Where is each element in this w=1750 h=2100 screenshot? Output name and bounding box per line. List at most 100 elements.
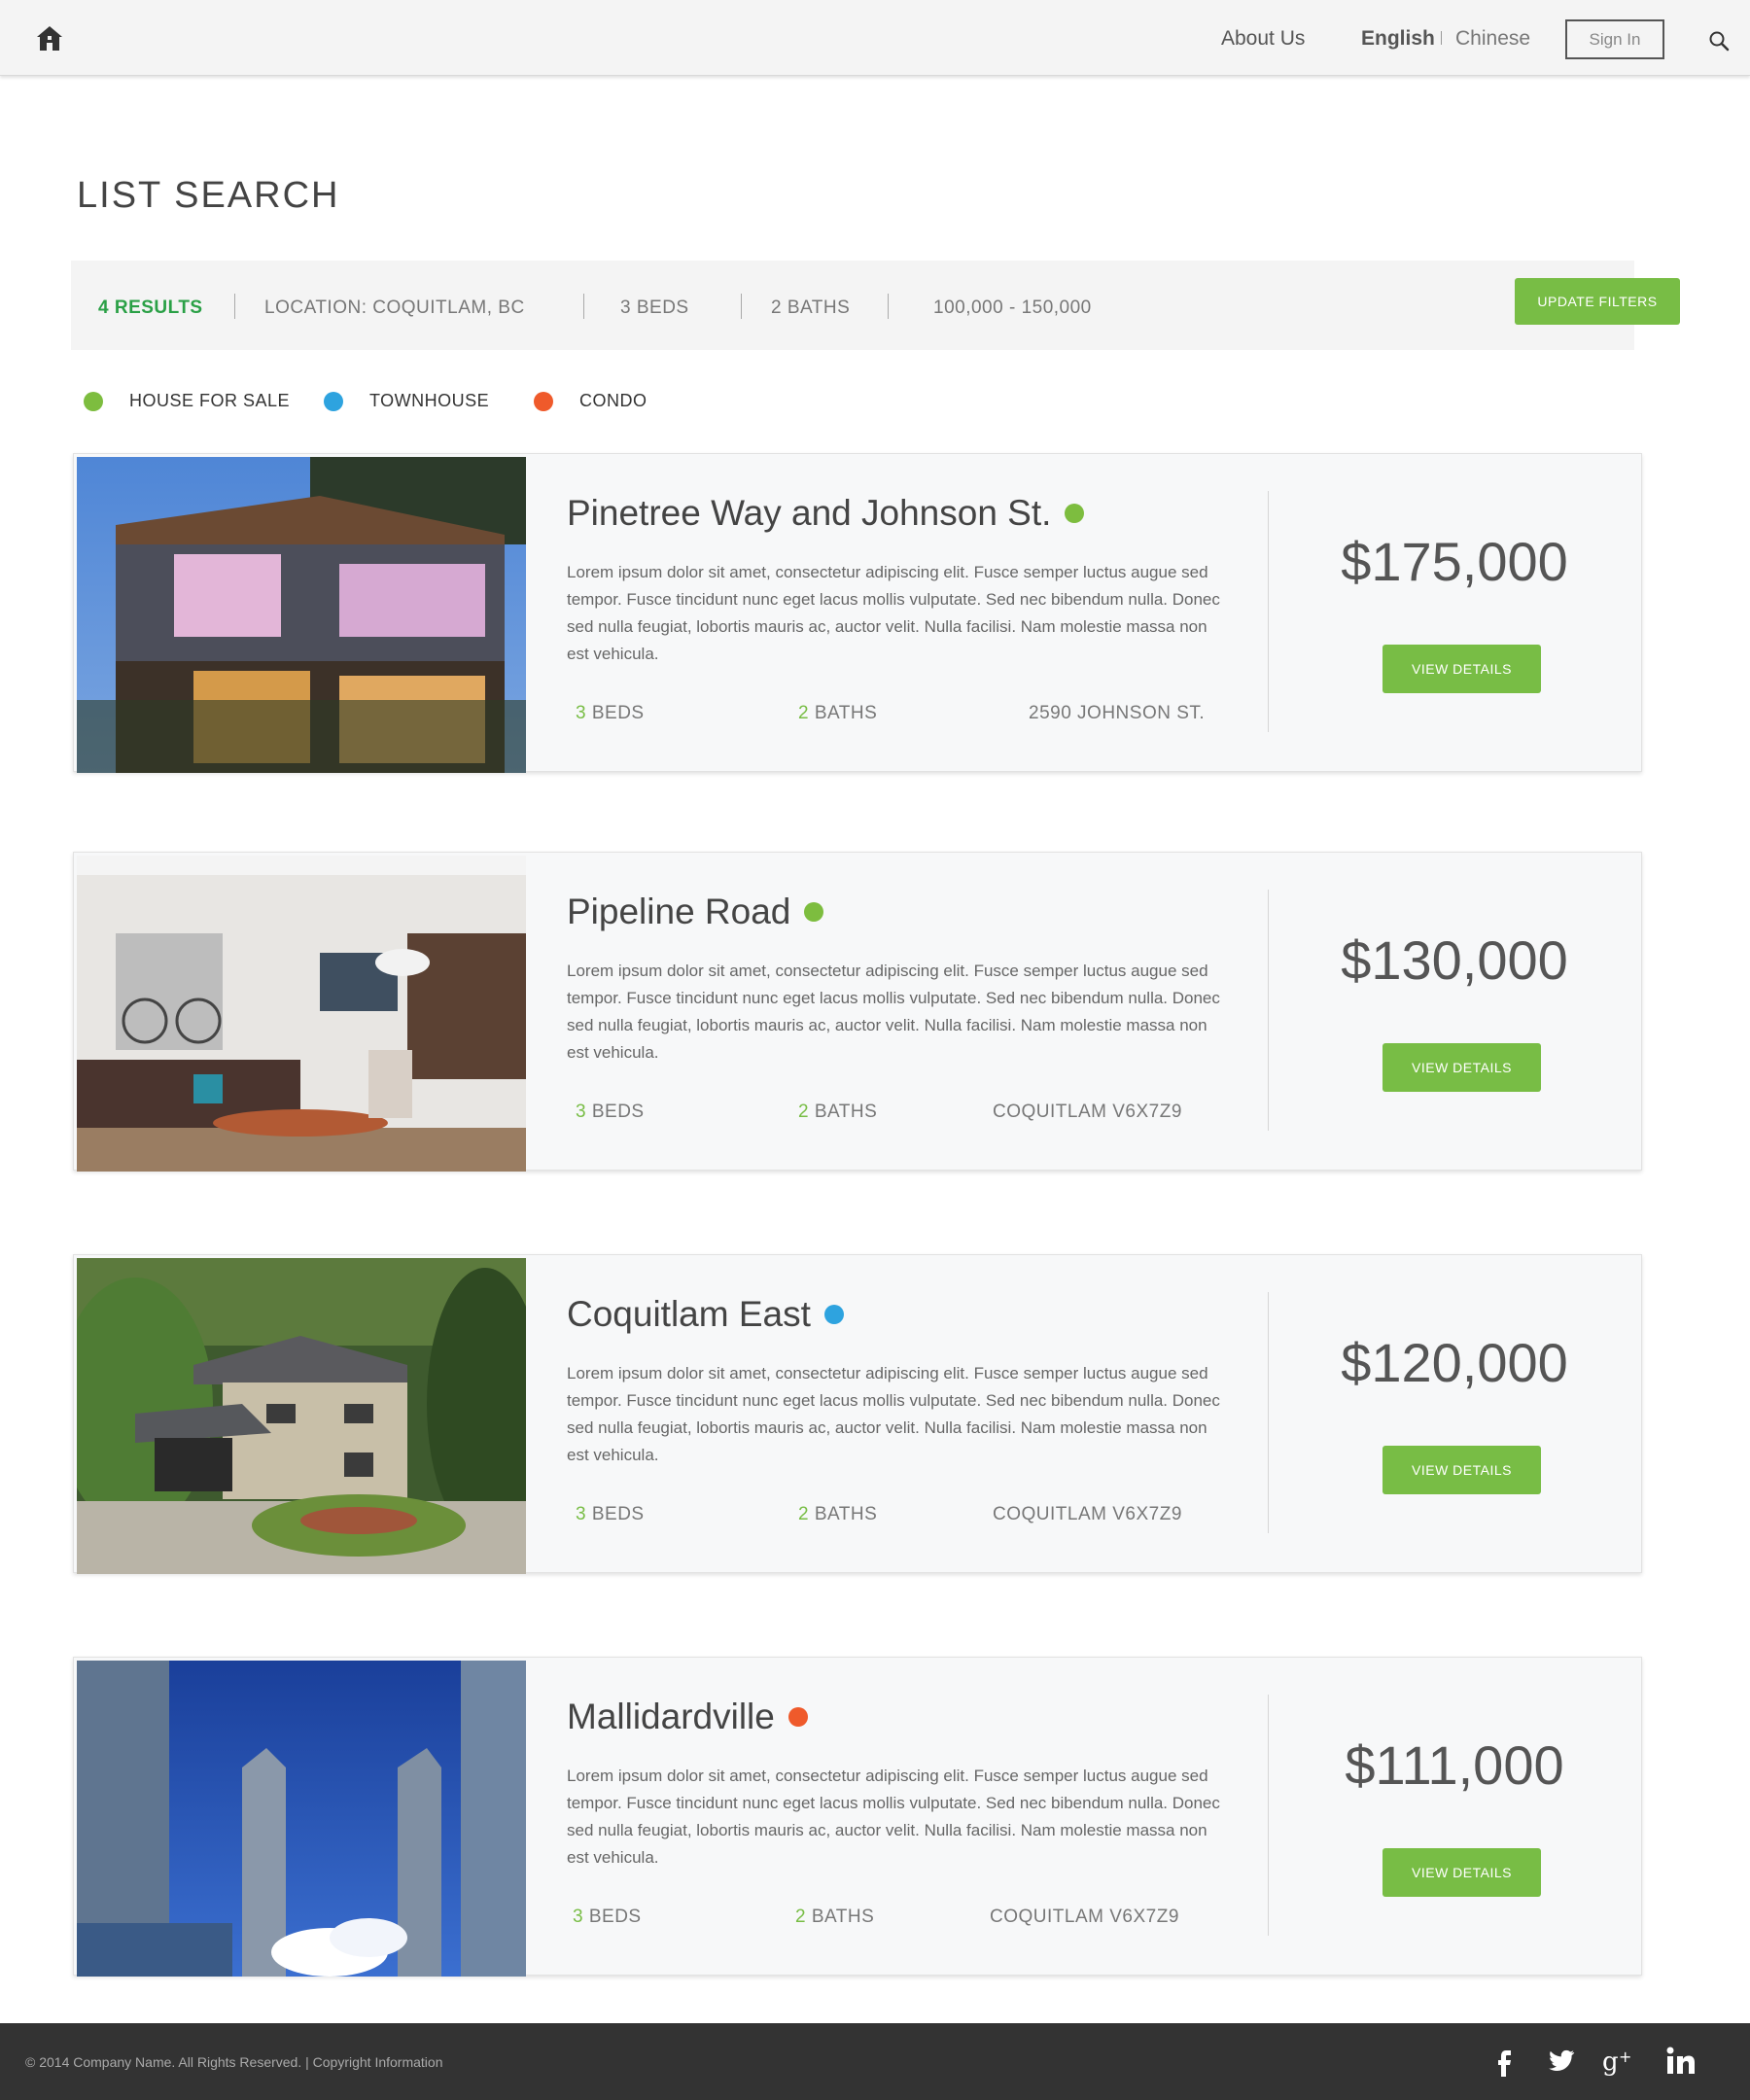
results-count: 4 RESULTS — [98, 298, 203, 318]
property-type-dot — [788, 1707, 808, 1727]
listing-title-text: Coquitlam East — [567, 1294, 811, 1334]
svg-text:+: + — [1619, 2048, 1631, 2066]
listing-price: $130,000 — [1341, 929, 1568, 991]
listing-description: Lorem ipsum dolor sit amet, consectetur … — [567, 563, 1220, 663]
filter-beds[interactable]: 3 BEDS — [620, 298, 689, 319]
listing-price: $111,000 — [1345, 1734, 1564, 1796]
legend-label: HOUSE FOR SALE — [129, 391, 291, 410]
beds-label: BEDS — [586, 1102, 645, 1122]
beds-count: 3 — [576, 1504, 587, 1524]
listing-card: Pipeline Road Lorem ipsum dolor sit amet… — [73, 852, 1642, 1172]
legend-townhouse: TOWNHOUSE — [324, 391, 489, 411]
beds-label: BEDS — [586, 1504, 645, 1524]
beds-label: BEDS — [583, 1907, 642, 1927]
footer-copyright: © 2014 Company Name. All Rights Reserved… — [25, 2054, 443, 2070]
listing-address: 2590 JOHNSON ST. — [1029, 703, 1206, 723]
legend-label: CONDO — [579, 391, 648, 410]
baths-label: BATHS — [809, 1504, 878, 1524]
filter-divider — [741, 294, 742, 319]
listing-beds: 3 BEDS — [576, 703, 645, 724]
listing-price: $120,000 — [1341, 1332, 1568, 1393]
listing-address: COQUITLAM V6X7Z9 — [993, 1504, 1182, 1524]
page-title: LIST SEARCH — [77, 175, 340, 216]
google-plus-icon[interactable]: g + — [1602, 2045, 1635, 2078]
top-nav: About Us English Chinese Sign In — [0, 0, 1750, 76]
view-details-button[interactable]: VIEW DETAILS — [1382, 645, 1541, 693]
listing-photo[interactable] — [77, 457, 526, 773]
baths-label: BATHS — [809, 703, 878, 723]
sign-in-button[interactable]: Sign In — [1565, 19, 1664, 59]
listing-price: $175,000 — [1341, 531, 1568, 592]
listing-photo[interactable] — [77, 1258, 526, 1574]
listing-title[interactable]: Coquitlam East — [567, 1294, 844, 1335]
filter-divider — [234, 294, 235, 319]
listing-photo[interactable] — [77, 1661, 526, 1977]
language-separator — [1441, 31, 1442, 45]
update-filters-button[interactable]: UPDATE FILTERS — [1515, 278, 1680, 325]
listing-card: Pinetree Way and Johnson St. Lorem ipsum… — [73, 453, 1642, 773]
baths-count: 2 — [798, 1102, 810, 1122]
listing-title[interactable]: Mallidardville — [567, 1697, 808, 1737]
facebook-icon[interactable] — [1488, 2045, 1521, 2078]
listing-address: COQUITLAM V6X7Z9 — [993, 1102, 1182, 1122]
listing-title-text: Pipeline Road — [567, 892, 791, 931]
listing-photo[interactable] — [77, 856, 526, 1172]
nav-about-link[interactable]: About Us — [1221, 27, 1305, 51]
baths-label: BATHS — [809, 1102, 878, 1122]
listing-beds: 3 BEDS — [576, 1504, 645, 1525]
filter-divider — [888, 294, 889, 319]
listing-baths: 2 BATHS — [798, 1102, 877, 1123]
card-divider — [1268, 1292, 1269, 1533]
listing-card: Mallidardville Lorem ipsum dolor sit ame… — [73, 1657, 1642, 1977]
legend-house-for-sale: HOUSE FOR SALE — [84, 391, 290, 411]
card-divider — [1268, 890, 1269, 1131]
baths-count: 2 — [798, 703, 810, 723]
legend-dot — [84, 391, 103, 411]
twitter-icon[interactable] — [1544, 2045, 1577, 2078]
baths-count: 2 — [798, 1504, 810, 1524]
listing-description: Lorem ipsum dolor sit amet, consectetur … — [567, 1767, 1220, 1867]
legend-dot — [534, 391, 553, 411]
listing-title-text: Mallidardville — [567, 1697, 775, 1736]
listing-address: COQUITLAM V6X7Z9 — [990, 1907, 1179, 1927]
property-type-dot — [1065, 504, 1085, 523]
listing-baths: 2 BATHS — [798, 1504, 877, 1525]
beds-count: 3 — [573, 1907, 584, 1927]
filter-baths[interactable]: 2 BATHS — [771, 298, 850, 319]
listing-description: Lorem ipsum dolor sit amet, consectetur … — [567, 1364, 1220, 1464]
property-type-dot — [823, 1305, 844, 1324]
listing-card: Coquitlam East Lorem ipsum dolor sit ame… — [73, 1254, 1642, 1574]
filter-bar: 4 RESULTS LOCATION: COQUITLAM, BC 3 BEDS… — [71, 261, 1680, 350]
listing-description: Lorem ipsum dolor sit amet, consectetur … — [567, 962, 1220, 1062]
search-icon[interactable] — [1707, 29, 1731, 52]
view-details-button[interactable]: VIEW DETAILS — [1382, 1043, 1541, 1092]
listing-beds: 3 BEDS — [576, 1102, 645, 1123]
linkedin-icon[interactable] — [1665, 2045, 1698, 2078]
language-english[interactable]: English — [1361, 27, 1435, 51]
listing-title[interactable]: Pipeline Road — [567, 892, 824, 932]
view-details-button[interactable]: VIEW DETAILS — [1382, 1848, 1541, 1897]
beds-count: 3 — [576, 1102, 587, 1122]
listing-baths: 2 BATHS — [795, 1907, 874, 1928]
property-type-dot — [804, 902, 824, 922]
legend-label: TOWNHOUSE — [369, 391, 490, 410]
beds-count: 3 — [576, 703, 587, 723]
baths-label: BATHS — [806, 1907, 875, 1927]
listing-baths: 2 BATHS — [798, 703, 877, 724]
legend-dot — [324, 391, 343, 411]
view-details-button[interactable]: VIEW DETAILS — [1382, 1446, 1541, 1494]
legend-condo: CONDO — [534, 391, 648, 411]
footer: © 2014 Company Name. All Rights Reserved… — [0, 2023, 1750, 2100]
card-divider — [1268, 1695, 1269, 1936]
baths-count: 2 — [795, 1907, 807, 1927]
svg-text:g: g — [1602, 2048, 1619, 2077]
beds-label: BEDS — [586, 703, 645, 723]
listing-title[interactable]: Pinetree Way and Johnson St. — [567, 493, 1085, 534]
filter-location[interactable]: LOCATION: COQUITLAM, BC — [264, 298, 525, 319]
filter-price-range[interactable]: 100,000 - 150,000 — [933, 298, 1092, 319]
card-divider — [1268, 491, 1269, 732]
language-chinese[interactable]: Chinese — [1455, 27, 1530, 51]
listing-title-text: Pinetree Way and Johnson St. — [567, 493, 1052, 533]
filter-divider — [583, 294, 584, 319]
home-icon[interactable] — [35, 23, 64, 52]
